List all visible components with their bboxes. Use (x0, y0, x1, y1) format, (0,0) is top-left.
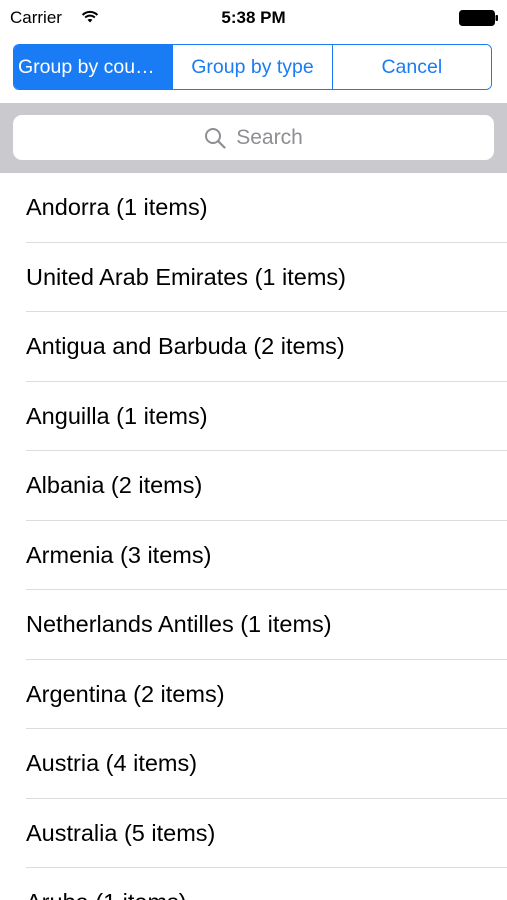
search-bar: Search (0, 103, 507, 173)
app-screen: Carrier 5:38 PM Group by cou… Group by t… (0, 0, 507, 900)
list-item[interactable]: Netherlands Antilles (1 items) (0, 590, 507, 660)
country-list: Andorra (1 items) United Arab Emirates (… (0, 173, 507, 900)
list-item[interactable]: Albania (2 items) (0, 451, 507, 521)
list-item-label: United Arab Emirates (1 items) (26, 263, 346, 290)
search-input[interactable]: Search (13, 115, 494, 160)
list-item[interactable]: Argentina (2 items) (0, 659, 507, 729)
list-item-label: Aruba (1 items) (26, 889, 187, 900)
list-item-label: Andorra (1 items) (26, 194, 208, 221)
list-item[interactable]: Australia (5 items) (0, 798, 507, 868)
segment-label: Group by type (191, 55, 314, 78)
segment-label: Group by cou… (18, 55, 155, 78)
list-item-label: Armenia (3 items) (26, 541, 212, 568)
list-item[interactable]: Antigua and Barbuda (2 items) (0, 312, 507, 382)
list-item-label: Australia (5 items) (26, 819, 216, 846)
list-item[interactable]: Austria (4 items) (0, 729, 507, 799)
list-item[interactable]: Armenia (3 items) (0, 520, 507, 590)
segment-label: Cancel (381, 55, 443, 78)
list-item-label: Anguilla (1 items) (26, 402, 208, 429)
list-item-label: Austria (4 items) (26, 750, 198, 777)
status-bar: Carrier 5:38 PM (0, 0, 507, 36)
segment-cancel[interactable]: Cancel (331, 45, 491, 89)
list-item-label: Argentina (2 items) (26, 680, 225, 707)
segment-group-by-type[interactable]: Group by type (172, 45, 332, 89)
group-segmented-control: Group by cou… Group by type Cancel (13, 44, 492, 90)
search-placeholder: Search (236, 125, 303, 149)
search-icon (205, 127, 226, 149)
list-item[interactable]: United Arab Emirates (1 items) (0, 242, 507, 312)
list-item-label: Netherlands Antilles (1 items) (26, 611, 332, 638)
list-item[interactable]: Anguilla (1 items) (0, 381, 507, 451)
list-item-label: Albania (2 items) (26, 472, 203, 499)
list-item[interactable]: Andorra (1 items) (0, 173, 507, 243)
battery-icon (459, 10, 498, 26)
list-item-label: Antigua and Barbuda (2 items) (26, 333, 345, 360)
segment-group-by-country[interactable]: Group by cou… (14, 45, 173, 89)
list-item[interactable]: Aruba (1 items) (0, 868, 507, 900)
status-time: 5:38 PM (221, 8, 286, 27)
